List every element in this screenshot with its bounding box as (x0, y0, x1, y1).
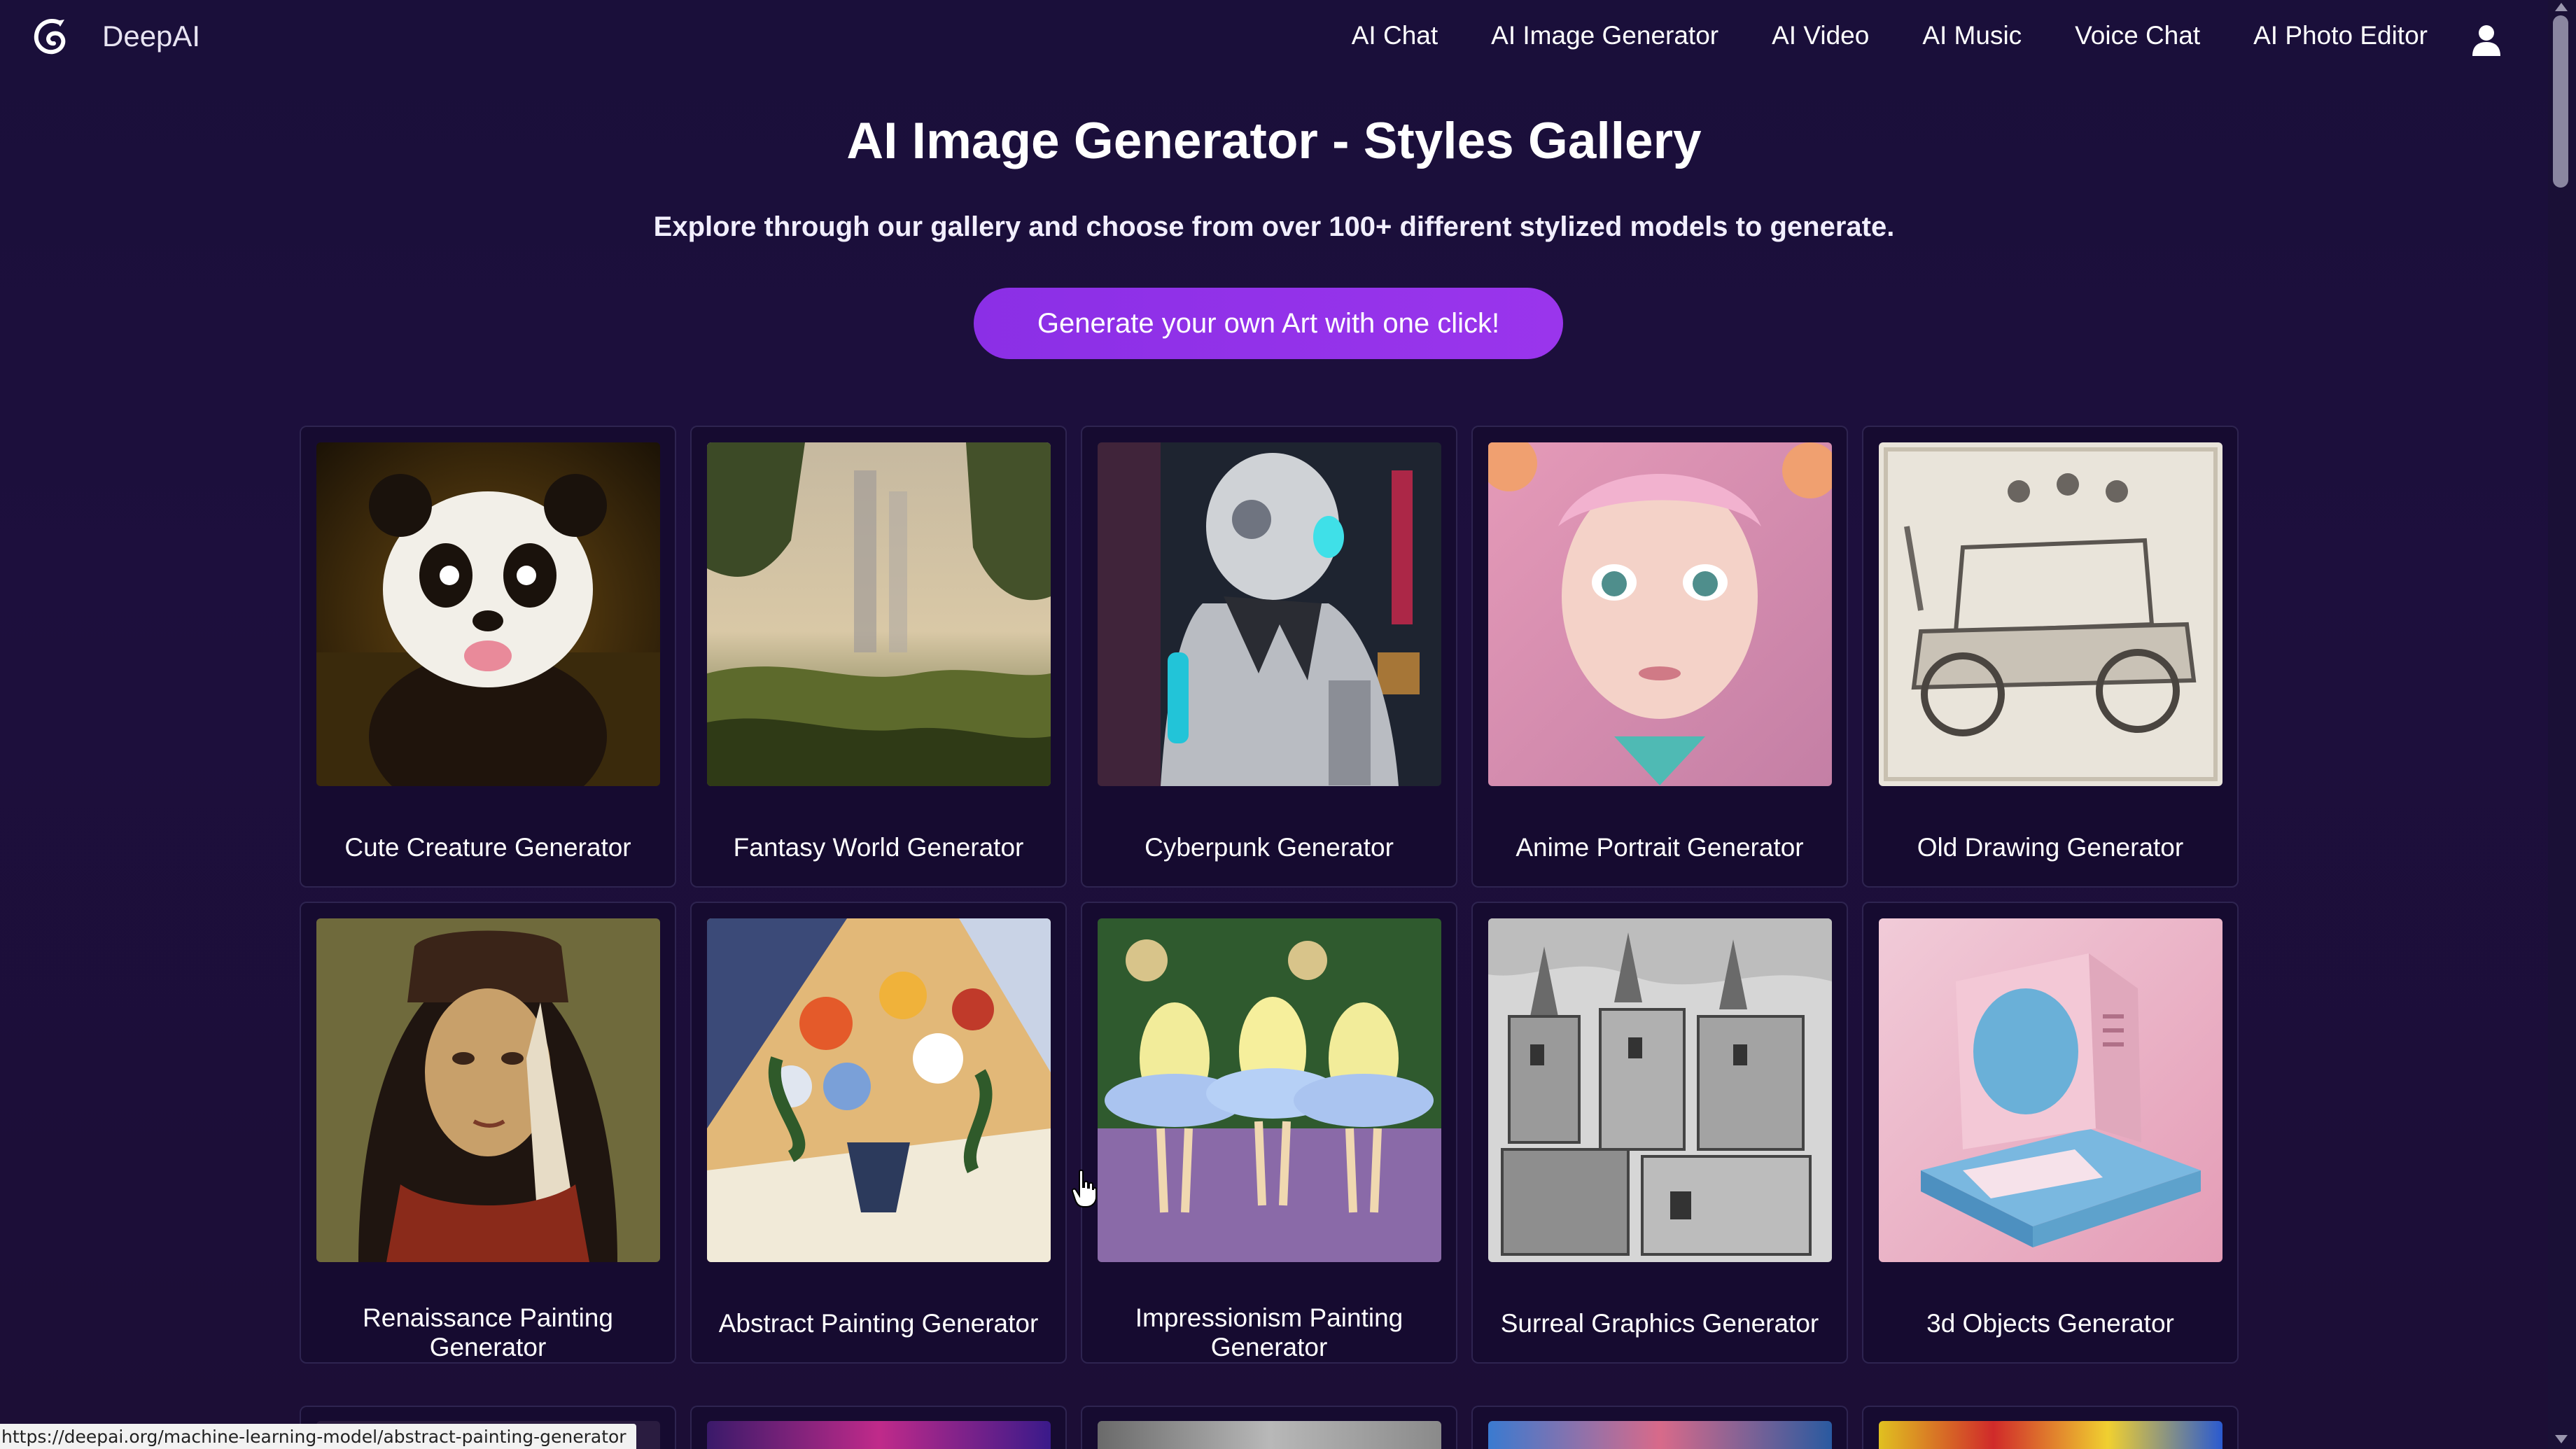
gallery-card-abstract-painting[interactable]: Abstract Painting Generator (690, 902, 1067, 1364)
gallery-card-partial[interactable] (1471, 1406, 1848, 1449)
nav-ai-music[interactable]: AI Music (1922, 21, 2022, 50)
page-subtitle: Explore through our gallery and choose f… (653, 211, 1895, 242)
partial-thumbnail (1098, 1421, 1441, 1449)
scrollbar-thumb[interactable] (2553, 15, 2568, 188)
hand-cursor-icon (1071, 1169, 1097, 1208)
vertical-scrollbar[interactable] (2548, 0, 2576, 1449)
3d-objects-thumbnail (1879, 918, 2222, 1262)
nav-voice-chat[interactable]: Voice Chat (2075, 21, 2200, 50)
card-label: Renaissance Painting Generator (363, 1303, 613, 1362)
cute-creature-thumbnail (316, 442, 660, 786)
partial-thumbnail (1488, 1421, 1832, 1449)
partial-thumbnail (1879, 1421, 2222, 1449)
brand-name[interactable]: DeepAI (102, 20, 200, 53)
gallery-card-3d-objects[interactable]: 3d Objects Generator (1862, 902, 2239, 1364)
deepai-logo-icon[interactable] (28, 15, 73, 60)
page: DeepAI AI Chat AI Image Generator AI Vid… (0, 0, 2576, 1449)
card-label: Abstract Painting Generator (718, 1309, 1039, 1338)
main-nav: AI Chat AI Image Generator AI Video AI M… (1352, 21, 2428, 50)
page-title: AI Image Generator - Styles Gallery (846, 113, 1702, 169)
nav-ai-chat[interactable]: AI Chat (1352, 21, 1438, 50)
gallery-card-renaissance-painting[interactable]: Renaissance Painting Generator (300, 902, 676, 1364)
partial-thumbnail (707, 1421, 1051, 1449)
anime-portrait-thumbnail (1488, 442, 1832, 786)
nav-ai-photo-editor[interactable]: AI Photo Editor (2253, 21, 2428, 50)
gallery-card-impressionism-painting[interactable]: Impressionism Painting Generator (1081, 902, 1457, 1364)
user-account-icon[interactable] (2471, 24, 2502, 56)
cyberpunk-thumbnail (1098, 442, 1441, 786)
generate-art-button[interactable]: Generate your own Art with one click! (974, 288, 1563, 359)
card-label: Anime Portrait Generator (1516, 833, 1804, 862)
old-drawing-thumbnail (1879, 442, 2222, 786)
top-navigation: DeepAI AI Chat AI Image Generator AI Vid… (0, 0, 2548, 76)
gallery-card-surreal-graphics[interactable]: Surreal Graphics Generator (1471, 902, 1848, 1364)
abstract-painting-thumbnail (707, 918, 1051, 1262)
card-label: Surreal Graphics Generator (1500, 1309, 1819, 1338)
fantasy-world-thumbnail (707, 442, 1051, 786)
card-label: Cyberpunk Generator (1144, 833, 1394, 862)
card-label: Fantasy World Generator (733, 833, 1024, 862)
impressionism-painting-thumbnail (1098, 918, 1441, 1262)
gallery-card-partial[interactable] (690, 1406, 1067, 1449)
nav-ai-video[interactable]: AI Video (1772, 21, 1869, 50)
card-label: Cute Creature Generator (344, 833, 631, 862)
scroll-down-arrow-icon[interactable] (2555, 1435, 2568, 1443)
gallery-card-partial[interactable] (1862, 1406, 2239, 1449)
renaissance-painting-thumbnail (316, 918, 660, 1262)
surreal-graphics-thumbnail (1488, 918, 1832, 1262)
nav-ai-image-generator[interactable]: AI Image Generator (1491, 21, 1718, 50)
link-status-bar: https://deepai.org/machine-learning-mode… (0, 1424, 636, 1449)
gallery-card-anime-portrait[interactable]: Anime Portrait Generator (1471, 426, 1848, 888)
gallery-card-old-drawing[interactable]: Old Drawing Generator (1862, 426, 2239, 888)
card-label: Old Drawing Generator (1917, 833, 2184, 862)
gallery-card-partial[interactable] (1081, 1406, 1457, 1449)
gallery-card-fantasy-world[interactable]: Fantasy World Generator (690, 426, 1067, 888)
card-label: 3d Objects Generator (1926, 1309, 2174, 1338)
card-label: Impressionism Painting Generator (1135, 1303, 1404, 1362)
scroll-up-arrow-icon[interactable] (2555, 3, 2568, 11)
gallery-card-cute-creature[interactable]: Cute Creature Generator (300, 426, 676, 888)
gallery-card-cyberpunk[interactable]: Cyberpunk Generator (1081, 426, 1457, 888)
